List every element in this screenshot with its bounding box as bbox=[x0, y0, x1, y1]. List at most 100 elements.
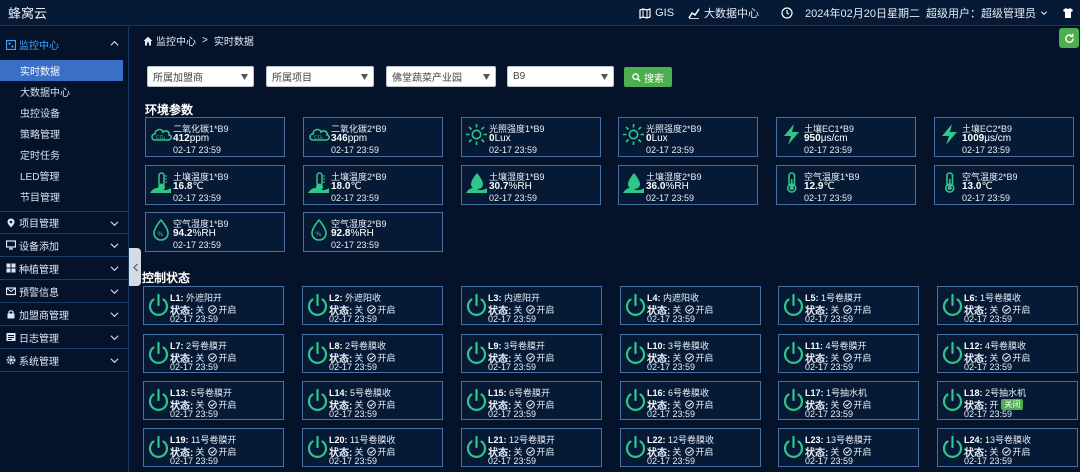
power-icon[interactable] bbox=[624, 387, 647, 412]
sidebar-group-planting[interactable]: 种植管理 bbox=[0, 257, 128, 280]
caret-down-icon bbox=[241, 74, 248, 80]
sidebar-item-bigdata[interactable]: 大数据中心 bbox=[0, 81, 128, 102]
top-bar: 蜂窝云 GIS 大数据中心 2024年02月20日星期二 超级用户： 超级管理员 bbox=[0, 0, 1080, 26]
sidebar-item-strategy[interactable]: 策略管理 bbox=[0, 123, 128, 144]
park-select[interactable]: 佛堂蔬菜产业园 bbox=[386, 66, 496, 87]
bigdata-link[interactable]: 大数据中心 bbox=[688, 5, 759, 21]
power-icon[interactable] bbox=[147, 340, 170, 365]
control-card: L23: 13号卷膜开 状态: 关开启 02-17 23:59 bbox=[778, 428, 919, 467]
power-icon[interactable] bbox=[941, 292, 964, 317]
sidebar-group-logs[interactable]: 日志管理 bbox=[0, 326, 128, 349]
search-button[interactable]: 搜索 bbox=[624, 67, 672, 87]
open-button[interactable]: 开启 bbox=[1012, 445, 1030, 458]
sidebar-item-timer[interactable]: 定时任务 bbox=[0, 144, 128, 165]
project-select[interactable]: 所属项目 bbox=[266, 66, 374, 87]
check-circle-icon bbox=[685, 400, 695, 409]
env-param-card[interactable]: 空气温度1*B9 12.9℃ 02-17 23:59 bbox=[776, 165, 916, 205]
open-button[interactable]: 开启 bbox=[218, 303, 236, 316]
sidebar-item-led[interactable]: LED管理 bbox=[0, 165, 128, 186]
sidebar-collapse-handle[interactable] bbox=[129, 248, 141, 286]
open-button[interactable]: 开启 bbox=[853, 303, 871, 316]
env-param-time: 02-17 23:59 bbox=[646, 145, 695, 155]
refresh-button[interactable] bbox=[1059, 28, 1079, 48]
power-icon[interactable] bbox=[624, 292, 647, 317]
user-menu[interactable]: 超级用户： 超级管理员 bbox=[926, 5, 1048, 21]
open-button[interactable]: 开启 bbox=[695, 445, 713, 458]
power-icon[interactable] bbox=[941, 434, 964, 459]
open-button[interactable]: 开启 bbox=[536, 303, 554, 316]
zone-select[interactable]: B9 bbox=[507, 66, 614, 87]
env-param-card[interactable]: 土壤湿度1*B9 30.7%RH 02-17 23:59 bbox=[461, 165, 601, 205]
env-param-card[interactable]: 空气温度2*B9 13.0℃ 02-17 23:59 bbox=[934, 165, 1074, 205]
open-button[interactable]: 开启 bbox=[218, 445, 236, 458]
sidebar-item-pest-device[interactable]: 虫控设备 bbox=[0, 102, 128, 123]
power-icon[interactable] bbox=[782, 292, 805, 317]
open-button[interactable]: 开启 bbox=[536, 398, 554, 411]
open-button[interactable]: 开启 bbox=[853, 351, 871, 364]
power-icon[interactable] bbox=[465, 387, 488, 412]
env-param-value: 346ppm bbox=[331, 133, 368, 144]
power-icon[interactable] bbox=[306, 292, 329, 317]
power-icon[interactable] bbox=[465, 292, 488, 317]
sidebar-group-device-add[interactable]: 设备添加 bbox=[0, 234, 128, 257]
top-nav: GIS 大数据中心 2024年02月20日星期二 超级用户： 超级管理员 bbox=[625, 5, 1080, 21]
env-param-card[interactable]: % 空气湿度1*B9 94.2%RH 02-17 23:59 bbox=[145, 212, 285, 252]
open-button[interactable]: 开启 bbox=[853, 445, 871, 458]
open-button[interactable]: 开启 bbox=[218, 351, 236, 364]
power-icon[interactable] bbox=[465, 434, 488, 459]
theme-button[interactable] bbox=[1062, 7, 1074, 19]
env-param-card[interactable]: CO₂ 二氧化碳2*B9 346ppm 02-17 23:59 bbox=[303, 117, 443, 157]
env-param-value: 0Lux bbox=[489, 133, 511, 144]
control-card: L3: 内遮阳开 状态: 关开启 02-17 23:59 bbox=[461, 286, 602, 325]
open-button[interactable]: 开启 bbox=[695, 303, 713, 316]
power-icon[interactable] bbox=[147, 292, 170, 317]
env-param-card[interactable]: 土壤EC1*B9 950μs/cm 02-17 23:59 bbox=[776, 117, 916, 157]
open-button[interactable]: 开启 bbox=[695, 398, 713, 411]
open-button[interactable]: 开启 bbox=[377, 351, 395, 364]
open-button[interactable]: 开启 bbox=[1012, 303, 1030, 316]
power-icon[interactable] bbox=[147, 434, 170, 459]
open-button[interactable]: 开启 bbox=[377, 303, 395, 316]
sidebar-group-franchisee[interactable]: 加盟商管理 bbox=[0, 303, 128, 326]
env-param-card[interactable]: % 空气湿度2*B9 92.8%RH 02-17 23:59 bbox=[303, 212, 443, 252]
open-button[interactable]: 开启 bbox=[536, 351, 554, 364]
open-button[interactable]: 开启 bbox=[377, 445, 395, 458]
ctrl-section-title: 控制状态 bbox=[142, 271, 191, 285]
env-param-card[interactable]: 土壤EC2*B9 1009μs/cm 02-17 23:59 bbox=[934, 117, 1074, 157]
power-icon[interactable] bbox=[782, 387, 805, 412]
power-icon[interactable] bbox=[941, 340, 964, 365]
env-param-card[interactable]: 土壤温度1*B9 16.8℃ 02-17 23:59 bbox=[145, 165, 285, 205]
sidebar-group-system[interactable]: 系统管理 bbox=[0, 349, 128, 372]
power-icon[interactable] bbox=[624, 340, 647, 365]
franchisee-select[interactable]: 所属加盟商 bbox=[147, 66, 254, 87]
power-icon[interactable] bbox=[941, 387, 964, 412]
env-param-card[interactable]: 土壤温度2*B9 18.0℃ 02-17 23:59 bbox=[303, 165, 443, 205]
open-button[interactable]: 开启 bbox=[853, 398, 871, 411]
env-section-title: 环境参数 bbox=[145, 103, 194, 117]
thermometer-icon bbox=[786, 172, 797, 193]
env-param-card[interactable]: 土壤湿度2*B9 36.0%RH 02-17 23:59 bbox=[618, 165, 758, 205]
open-button[interactable]: 开启 bbox=[1012, 351, 1030, 364]
power-icon[interactable] bbox=[782, 434, 805, 459]
power-icon[interactable] bbox=[306, 434, 329, 459]
power-icon[interactable] bbox=[624, 434, 647, 459]
power-icon[interactable] bbox=[306, 340, 329, 365]
breadcrumb-root[interactable]: 监控中心 bbox=[156, 33, 196, 48]
open-button[interactable]: 开启 bbox=[218, 398, 236, 411]
env-param-card[interactable]: CO₂ 二氧化碳1*B9 412ppm 02-17 23:59 bbox=[145, 117, 285, 157]
sidebar-item-program[interactable]: 节目管理 bbox=[0, 186, 128, 207]
open-button[interactable]: 开启 bbox=[377, 398, 395, 411]
power-icon[interactable] bbox=[147, 387, 170, 412]
open-button[interactable]: 开启 bbox=[695, 351, 713, 364]
sidebar-group-project[interactable]: 项目管理 bbox=[0, 211, 128, 234]
open-button[interactable]: 开启 bbox=[536, 445, 554, 458]
gis-link[interactable]: GIS bbox=[639, 7, 674, 19]
power-icon[interactable] bbox=[782, 340, 805, 365]
power-icon[interactable] bbox=[306, 387, 329, 412]
sidebar-group-alerts[interactable]: 预警信息 bbox=[0, 280, 128, 303]
env-param-card[interactable]: 光照强度1*B9 0Lux 02-17 23:59 bbox=[461, 117, 601, 157]
power-icon[interactable] bbox=[465, 340, 488, 365]
sidebar-item-realtime[interactable]: 实时数据 bbox=[0, 60, 123, 81]
env-param-card[interactable]: 光照强度2*B9 0Lux 02-17 23:59 bbox=[618, 117, 758, 157]
sidebar-group-monitor[interactable]: 监控中心 bbox=[0, 27, 128, 60]
